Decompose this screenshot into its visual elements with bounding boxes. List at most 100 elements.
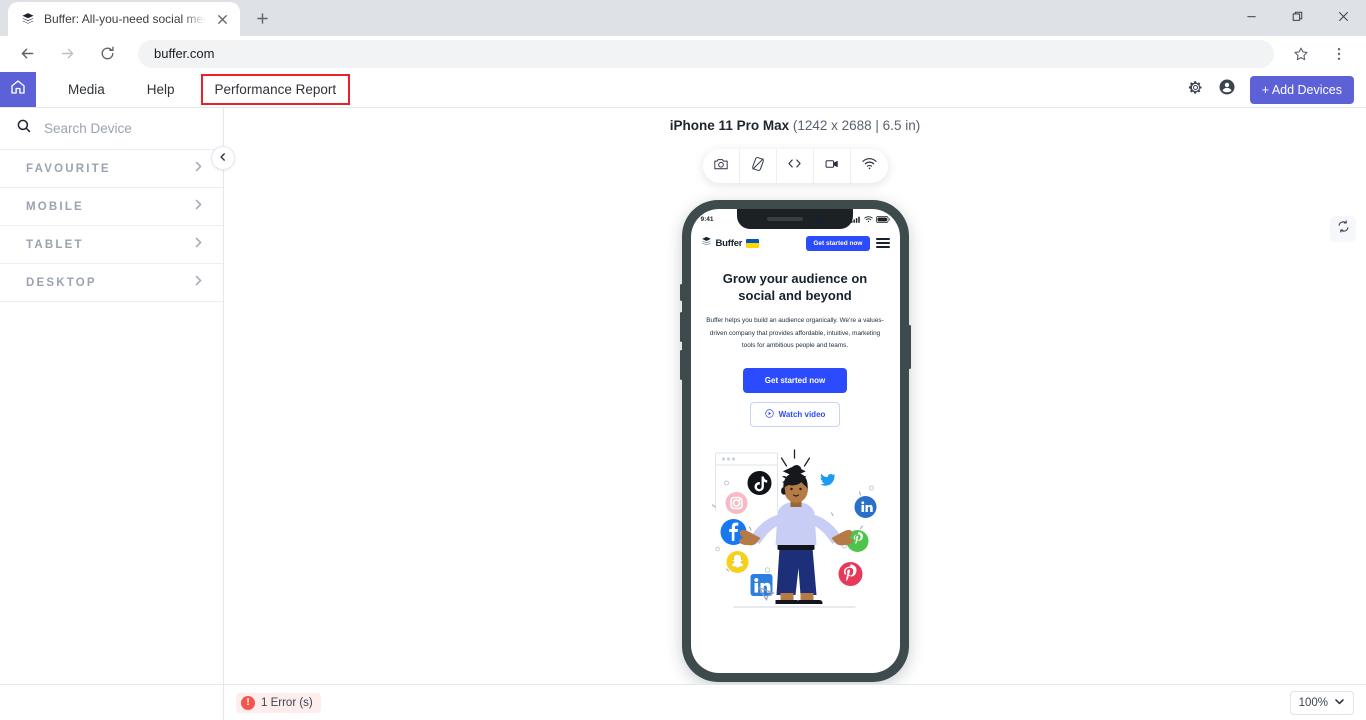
chevron-right-icon (192, 274, 205, 292)
browser-toolbar: buffer.com (0, 36, 1366, 72)
address-text: buffer.com (154, 46, 215, 61)
camera-icon (713, 156, 729, 177)
inspect-button[interactable] (777, 149, 814, 183)
reload-icon[interactable] (92, 39, 122, 69)
phone-frame: 9:41 Buffer Get started now Grow your au… (679, 200, 911, 682)
mute-switch (679, 284, 683, 301)
site-navbar: Buffer Get started now (691, 229, 900, 257)
footer-sidebar-fill (0, 684, 224, 720)
record-button[interactable] (814, 149, 851, 183)
hero-paragraph: Buffer helps you build an audience organ… (706, 317, 884, 350)
speaker-grille (767, 217, 803, 221)
add-devices-button[interactable]: + Add Devices (1249, 75, 1354, 104)
sidebar-collapse-button[interactable] (211, 146, 235, 170)
search-input[interactable]: Search Device (44, 121, 132, 136)
chevron-left-icon (218, 149, 228, 167)
error-status-chip[interactable]: ! 1 Error (s) (236, 692, 321, 713)
home-button[interactable] (0, 72, 36, 107)
window-controls (1228, 0, 1366, 32)
sidebar-item-mobile[interactable]: MOBILE (0, 188, 223, 226)
wifi-icon (863, 210, 873, 228)
sidebar-item-desktop[interactable]: DESKTOP (0, 264, 223, 302)
browser-title-bar: Buffer: All-you-need social media (0, 0, 1366, 36)
search-icon (16, 118, 32, 139)
minimize-icon[interactable] (1228, 0, 1274, 32)
app-header: Media Help Performance Report + Add Devi… (0, 72, 1366, 108)
watch-video-button[interactable]: Watch video (749, 401, 841, 427)
sidebar-item-tablet[interactable]: TABLET (0, 226, 223, 264)
sidebar-item-label: TABLET (26, 238, 84, 251)
play-circle-icon (764, 408, 774, 420)
new-tab-icon[interactable] (248, 4, 276, 32)
menu-item-media[interactable]: Media (56, 78, 117, 101)
refresh-button[interactable] (1330, 216, 1356, 242)
omnibox-actions (1282, 39, 1358, 69)
star-icon[interactable] (1286, 39, 1316, 69)
volume-down-button (679, 350, 683, 380)
front-camera-icon (817, 216, 823, 222)
hero-buttons: Get started now Watch video (691, 367, 900, 427)
battery-icon (875, 210, 890, 228)
wifi-icon (861, 155, 878, 177)
device-preview: 9:41 Buffer Get started now Grow your au… (679, 200, 911, 682)
device-name: iPhone 11 Pro Max (669, 118, 790, 133)
person-juggling-social-icons (691, 441, 900, 616)
rotate-button[interactable] (740, 149, 777, 183)
chevron-right-icon (192, 198, 205, 216)
hamburger-menu-icon[interactable] (875, 237, 890, 249)
status-icons (850, 210, 890, 228)
menu-item-help[interactable]: Help (135, 78, 187, 101)
tab-title: Buffer: All-you-need social media (44, 12, 206, 26)
kebab-menu-icon[interactable] (1324, 39, 1354, 69)
phone-screen[interactable]: 9:41 Buffer Get started now Grow your au… (690, 209, 900, 673)
device-title: iPhone 11 Pro Max (1242 x 2688 | 6.5 in) (670, 118, 920, 133)
search-device-row[interactable]: Search Device (0, 108, 223, 150)
site-nav-cta-button[interactable]: Get started now (806, 235, 870, 251)
zoom-selector[interactable]: 100% (1289, 690, 1354, 715)
zoom-value: 100% (1298, 696, 1328, 709)
chevron-right-icon (192, 160, 205, 178)
close-icon[interactable] (214, 11, 230, 27)
sidebar-item-label: FAVOURITE (26, 162, 111, 175)
address-bar[interactable]: buffer.com (138, 39, 1274, 68)
home-icon (9, 78, 27, 101)
watch-video-label: Watch video (778, 409, 826, 419)
restore-icon[interactable] (1274, 0, 1320, 32)
error-exclamation-icon: ! (241, 695, 255, 710)
tab-strip: Buffer: All-you-need social media (0, 0, 276, 36)
header-actions: + Add Devices (1187, 72, 1366, 107)
chevron-down-icon (1334, 696, 1345, 710)
ukraine-flag-icon (746, 238, 760, 248)
page-title: Grow your audience on social and beyond (722, 271, 868, 303)
menu-item-performance-report[interactable]: Performance Report (200, 74, 351, 105)
app-menu: Media Help Performance Report (36, 72, 368, 107)
rotate-icon (750, 156, 766, 177)
back-arrow-icon[interactable] (12, 39, 42, 69)
sidebar-item-favourite[interactable]: FAVOURITE (0, 150, 223, 188)
power-button (907, 325, 911, 369)
code-icon (786, 155, 803, 177)
forward-arrow-icon (52, 39, 82, 69)
screenshot-button[interactable] (703, 149, 740, 183)
app-body: Search Device FAVOURITE MOBILE TABLET DE… (0, 108, 1366, 720)
device-specs: (1242 x 2688 | 6.5 in) (792, 118, 921, 133)
network-throttle-button[interactable] (851, 149, 888, 183)
status-time: 9:41 (700, 215, 714, 223)
error-count-label: 1 Error (s) (261, 696, 313, 709)
gear-icon[interactable] (1187, 79, 1204, 101)
video-camera-icon (824, 156, 840, 177)
browser-tab[interactable]: Buffer: All-you-need social media (8, 2, 240, 36)
account-circle-icon[interactable] (1218, 78, 1236, 101)
device-toolbar (702, 149, 888, 183)
site-brand[interactable]: Buffer (701, 234, 760, 252)
device-sidebar: Search Device FAVOURITE MOBILE TABLET DE… (0, 108, 235, 720)
brand-name: Buffer (715, 237, 743, 249)
phone-notch (737, 209, 853, 229)
status-bar: ! 1 Error (s) 100% (224, 684, 1366, 720)
buffer-logo-icon (20, 11, 36, 27)
sync-icon (1336, 219, 1351, 239)
volume-up-button (679, 312, 683, 342)
close-icon[interactable] (1320, 0, 1366, 32)
sidebar-item-label: MOBILE (26, 200, 84, 213)
get-started-button[interactable]: Get started now (742, 367, 848, 393)
